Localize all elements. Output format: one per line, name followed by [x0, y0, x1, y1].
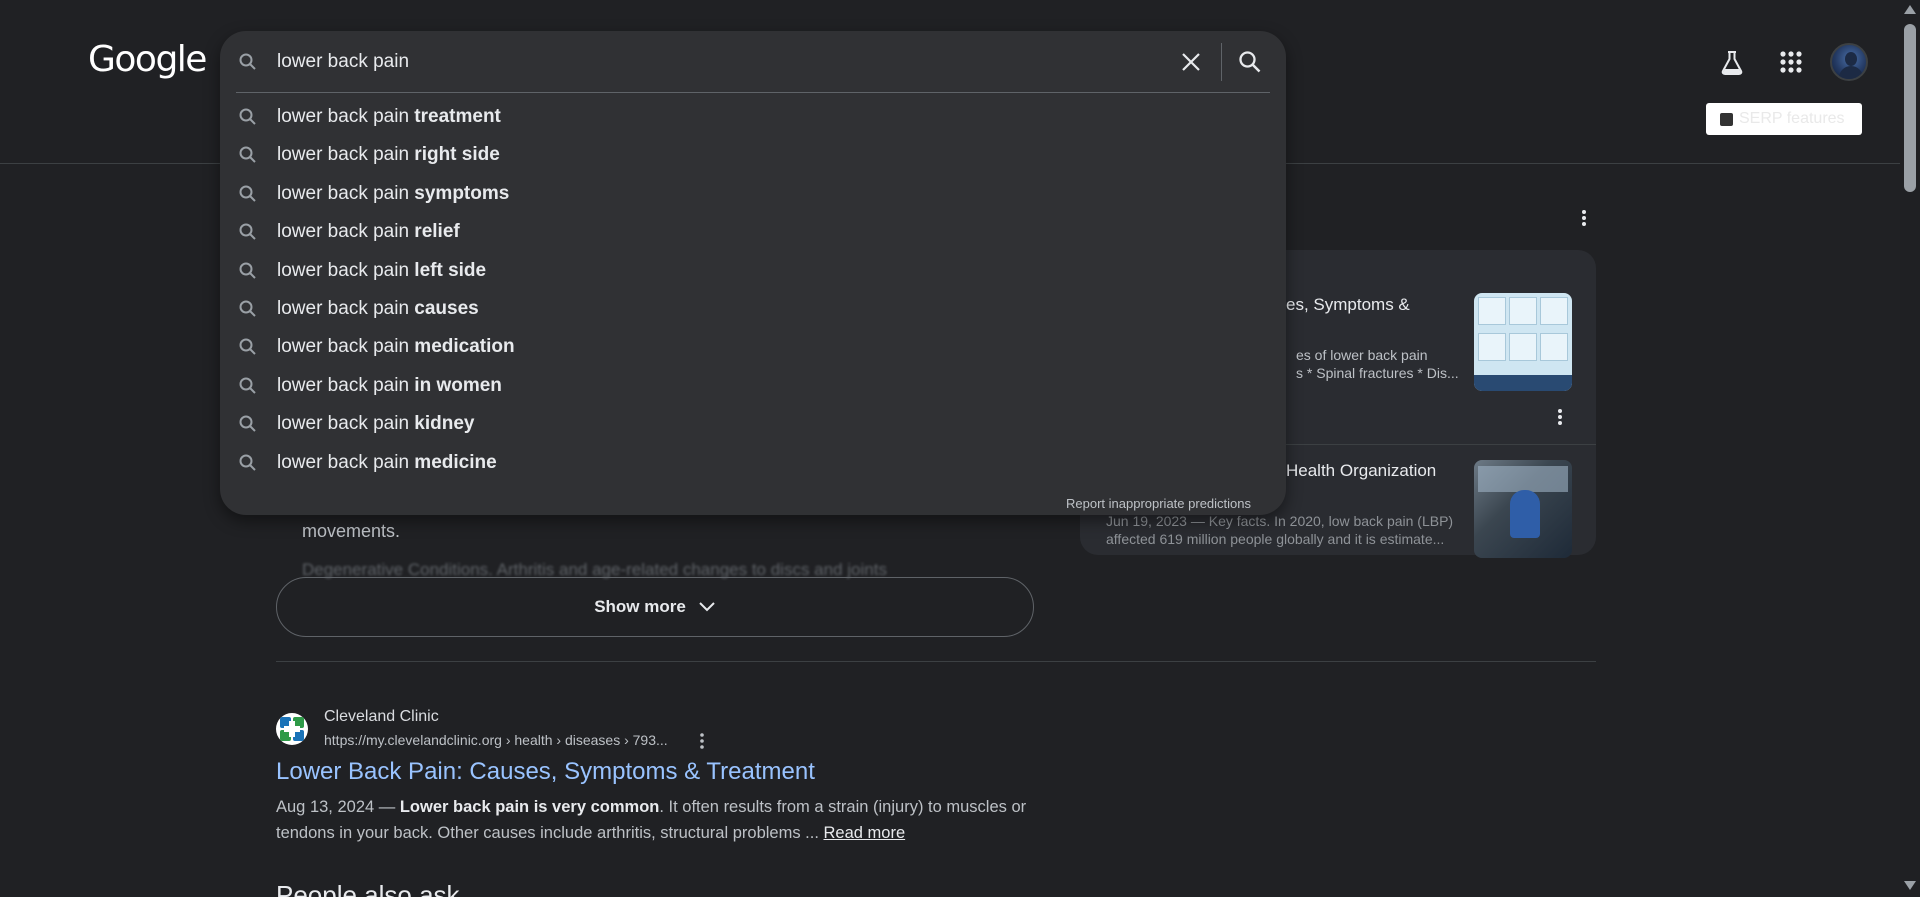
- suggestion-completion: relief: [414, 221, 460, 242]
- search-input[interactable]: [277, 46, 1157, 78]
- suggestion-text: lower back pain right side: [277, 144, 500, 166]
- show-more-label: Show more: [594, 597, 686, 616]
- search-icon: [239, 338, 256, 355]
- suggestion-prefix: lower back pain: [277, 336, 415, 357]
- suggestion-completion: treatment: [414, 106, 501, 127]
- suggestion-text: lower back pain treatment: [277, 106, 501, 128]
- suggestion-text: lower back pain medication: [277, 336, 515, 358]
- suggestion-prefix: lower back pain: [277, 260, 415, 281]
- serp-checkbox[interactable]: [1720, 112, 1733, 126]
- google-logo[interactable]: Google: [88, 38, 207, 82]
- search-submit-icon[interactable]: [1236, 48, 1264, 76]
- suggestion-completion: in women: [414, 375, 502, 396]
- scroll-down-arrow-icon[interactable]: [1904, 881, 1916, 890]
- suggestion-prefix: lower back pain: [277, 452, 415, 473]
- result-title-link[interactable]: Lower Back Pain: Causes, Symptoms & Trea…: [276, 758, 815, 786]
- search-icon: [239, 415, 256, 432]
- suggestion-prefix: lower back pain: [277, 144, 415, 165]
- suggestion-text: lower back pain relief: [277, 221, 460, 243]
- scrollbar-thumb[interactable]: [1904, 24, 1916, 192]
- search-icon: [239, 262, 256, 279]
- clear-search-icon[interactable]: [1178, 49, 1204, 75]
- suggestion-completion: symptoms: [414, 183, 510, 204]
- apps-grid-icon[interactable]: [1773, 44, 1809, 80]
- suggestion-completion: right side: [414, 144, 500, 165]
- suggestion-text: lower back pain causes: [277, 298, 479, 320]
- suggestion-prefix: lower back pain: [277, 413, 415, 434]
- panel-item1-snippet1: es of lower back pain: [1296, 347, 1428, 363]
- suggestion-item[interactable]: lower back pain right side: [220, 136, 1286, 174]
- suggestion-text: lower back pain symptoms: [277, 183, 509, 205]
- result-more-icon[interactable]: [694, 730, 710, 752]
- suggestion-text: lower back pain kidney: [277, 413, 475, 435]
- suggestion-item[interactable]: lower back pain treatment: [220, 98, 1286, 136]
- suggestion-item[interactable]: lower back pain symptoms: [220, 175, 1286, 213]
- panel-item-more-icon[interactable]: [1552, 405, 1568, 429]
- suggestion-item[interactable]: lower back pain medication: [220, 328, 1286, 366]
- panel-item2-snippet2: affected 619 million people globally and…: [1106, 531, 1445, 547]
- flask-icon[interactable]: [1714, 44, 1750, 80]
- search-icon: [239, 300, 256, 317]
- suggestion-item[interactable]: lower back pain causes: [220, 290, 1286, 328]
- suggestion-text: lower back pain in women: [277, 375, 502, 397]
- panel-more-icon[interactable]: [1576, 206, 1592, 230]
- suggestion-completion: causes: [414, 298, 479, 319]
- search-box-separator: [1221, 43, 1222, 81]
- suggestion-prefix: lower back pain: [277, 375, 415, 396]
- search-icon: [239, 223, 256, 240]
- result-date: Aug 13, 2024 —: [276, 798, 400, 816]
- panel-item1-snippet2: s * Spinal fractures * Dis...: [1296, 365, 1459, 381]
- suggestion-prefix: lower back pain: [277, 183, 415, 204]
- search-icon: [238, 52, 258, 72]
- dropdown-divider: [236, 92, 1270, 93]
- serp-features-label: SERP features: [1739, 110, 1845, 127]
- suggestion-prefix: lower back pain: [277, 106, 415, 127]
- suggestion-text: lower back pain medicine: [277, 452, 497, 474]
- search-icon: [239, 185, 256, 202]
- serp-features-button[interactable]: SERP features: [1706, 103, 1862, 135]
- suggestion-item[interactable]: lower back pain medicine: [220, 444, 1286, 482]
- scroll-up-arrow-icon[interactable]: [1904, 5, 1916, 14]
- panel-item2-title[interactable]: Health Organization: [1286, 460, 1436, 482]
- suggestion-prefix: lower back pain: [277, 298, 415, 319]
- show-more-button[interactable]: Show more: [276, 577, 1034, 637]
- people-also-ask-heading: People also ask: [276, 880, 460, 897]
- read-more-link[interactable]: Read more: [824, 824, 906, 842]
- suggestion-text: lower back pain left side: [277, 260, 486, 282]
- suggestion-completion: kidney: [414, 413, 475, 434]
- suggestion-item[interactable]: lower back pain relief: [220, 213, 1286, 251]
- gym-photo-thumbnail[interactable]: [1474, 460, 1572, 558]
- search-icon: [239, 377, 256, 394]
- result-snippet: Aug 13, 2024 — Lower back pain is very c…: [276, 794, 1066, 846]
- partial-text: movements.: [302, 521, 401, 541]
- search-icon: [239, 146, 256, 163]
- suggestion-item[interactable]: lower back pain left side: [220, 252, 1286, 290]
- panel-item1-title[interactable]: es, Symptoms &: [1286, 294, 1410, 316]
- report-predictions-link[interactable]: Report inappropriate predictions: [1066, 496, 1251, 511]
- content-divider: [276, 661, 1596, 662]
- result-url[interactable]: https://my.clevelandclinic.org › health …: [324, 732, 668, 748]
- suggestion-prefix: lower back pain: [277, 221, 415, 242]
- suggestion-item[interactable]: lower back pain in women: [220, 367, 1286, 405]
- result-site-name[interactable]: Cleveland Clinic: [324, 708, 439, 726]
- suggestion-completion: medicine: [414, 452, 497, 473]
- search-icon: [239, 108, 256, 125]
- suggestion-item[interactable]: lower back pain kidney: [220, 405, 1286, 443]
- result-snippet-bold: Lower back pain is very common: [399, 798, 660, 816]
- chevron-down-icon: [699, 602, 715, 612]
- spine-diagram-thumbnail[interactable]: [1474, 293, 1572, 391]
- avatar[interactable]: [1830, 43, 1868, 81]
- search-icon: [239, 454, 256, 471]
- suggestion-completion: left side: [414, 260, 487, 281]
- cleveland-clinic-favicon[interactable]: [276, 713, 308, 745]
- suggestion-completion: medication: [414, 336, 515, 357]
